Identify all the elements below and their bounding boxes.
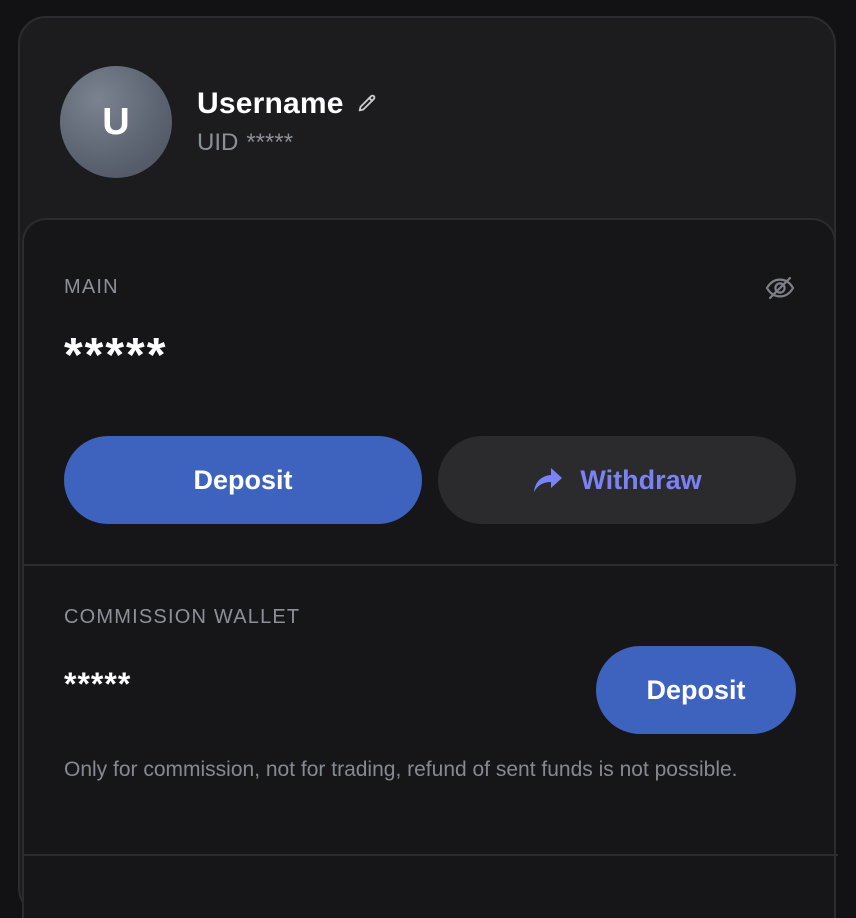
share-arrow-icon [532,466,564,494]
username: Username [197,87,344,120]
uid-value: ***** [246,129,294,156]
withdraw-button[interactable]: Withdraw [438,436,796,524]
commission-note: Only for commission, not for trading, re… [64,758,738,781]
main-balance: ***** [64,329,168,382]
section-divider [24,854,838,856]
profile-header: U Username UID ***** [60,66,378,178]
pencil-icon[interactable] [356,93,378,115]
uid-label: UID [197,129,239,156]
section-divider [24,564,838,566]
avatar-initial: U [102,100,130,143]
commission-balance: ***** [64,666,132,702]
username-row: Username [197,87,378,121]
wallets-panel: MAIN ***** Deposit Withdraw COMMISSION W… [22,218,838,918]
profile-info: Username UID ***** [197,87,378,157]
eye-off-icon[interactable] [764,272,796,304]
commission-wallet-label: COMMISSION WALLET [64,606,301,628]
commission-deposit-label: Deposit [646,674,746,705]
account-card: U Username UID ***** MAIN ***** Deposit … [18,16,838,918]
deposit-button[interactable]: Deposit [64,436,422,524]
withdraw-button-label: Withdraw [580,464,702,495]
uid-row: UID ***** [197,129,378,157]
main-wallet-label: MAIN [64,276,119,298]
deposit-button-label: Deposit [193,464,293,495]
avatar[interactable]: U [60,66,172,178]
commission-deposit-button[interactable]: Deposit [596,646,796,734]
